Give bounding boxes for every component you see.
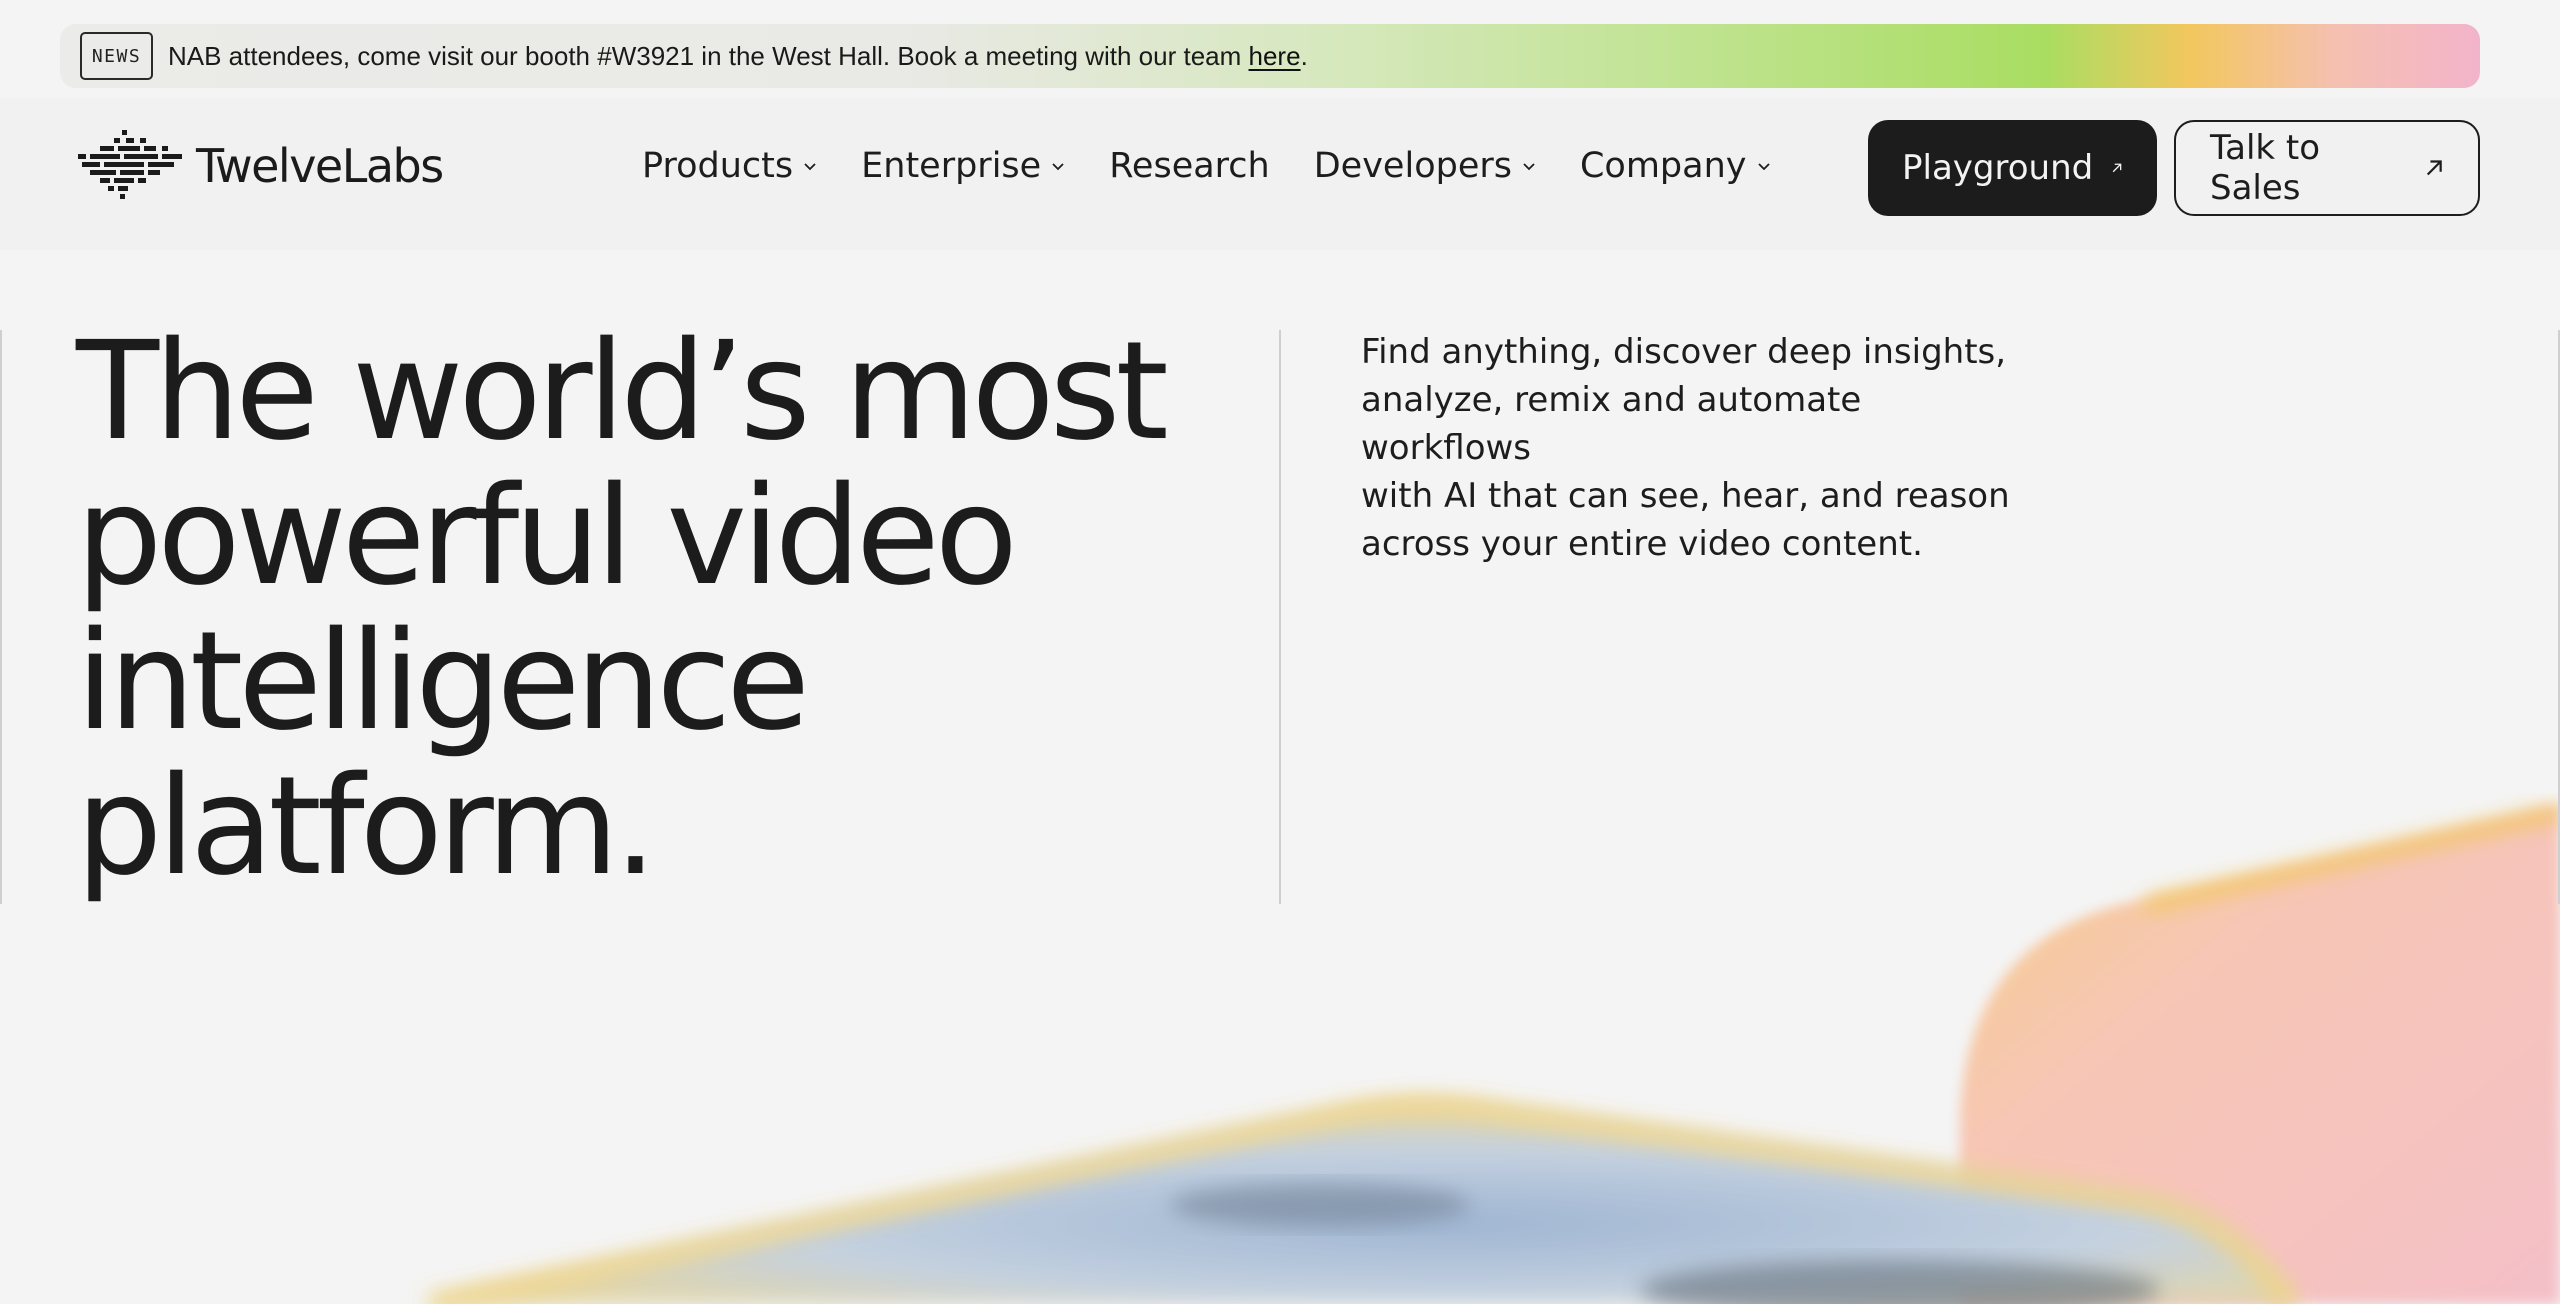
site-header: TwelveLabs Products Enterprise Research … xyxy=(0,98,2560,250)
chevron-down-icon xyxy=(1757,163,1770,171)
playground-button-label: Playground xyxy=(1902,148,2094,188)
nav-item-research[interactable]: Research xyxy=(1109,146,1270,186)
arrow-up-right-icon xyxy=(2426,160,2442,176)
hero-subtitle-line: Find anything, discover deep insights, xyxy=(1361,332,2007,372)
nav-item-products[interactable]: Products xyxy=(642,146,817,186)
nav-item-label: Developers xyxy=(1313,146,1512,186)
nav-item-label: Company xyxy=(1579,146,1747,186)
main-nav: Products Enterprise Research Developers … xyxy=(642,134,1815,198)
nav-item-enterprise[interactable]: Enterprise xyxy=(861,146,1065,186)
hero-title-line: The world’s most xyxy=(76,313,1169,471)
center-divider xyxy=(1279,330,1281,904)
announcement-link[interactable]: here xyxy=(1249,41,1301,71)
brand-logo[interactable]: TwelveLabs xyxy=(78,128,444,204)
hero-title: The world’s most powerful video intellig… xyxy=(76,320,1276,900)
announcement-suffix: . xyxy=(1300,40,1308,71)
nav-item-developers[interactable]: Developers xyxy=(1314,146,1536,186)
hero-subtitle-line: with AI that can see, hear, and reason xyxy=(1361,476,2010,516)
chevron-down-icon xyxy=(1052,163,1064,171)
hero-title-line: platform. xyxy=(76,748,657,906)
talk-to-sales-button[interactable]: Talk to Sales xyxy=(2174,120,2480,216)
hero-title-line: powerful video xyxy=(76,458,1018,616)
news-badge: NEWS xyxy=(80,32,153,80)
left-divider xyxy=(0,330,2,904)
chevron-down-icon xyxy=(1523,163,1535,171)
playground-button[interactable]: Playground xyxy=(1868,120,2157,216)
twelvelabs-logo-icon xyxy=(78,130,182,199)
brand-name: TwelveLabs xyxy=(196,139,444,193)
hero-subtitle-line: across your entire video content. xyxy=(1361,524,1923,564)
hero-subtitle: Find anything, discover deep insights, a… xyxy=(1361,328,2021,568)
hero-subtitle-line: analyze, remix and automate workflows xyxy=(1361,380,1862,468)
nav-item-label: Enterprise xyxy=(861,146,1042,186)
talk-to-sales-label: Talk to Sales xyxy=(2210,128,2321,208)
chevron-down-icon xyxy=(804,163,816,171)
hero-title-line: intelligence xyxy=(76,603,810,761)
arrow-up-right-icon xyxy=(2112,163,2122,173)
nav-item-label: Research xyxy=(1109,146,1270,186)
announcement-bar: NEWS NAB attendees, come visit our booth… xyxy=(60,24,2480,88)
announcement-text: NAB attendees, come visit our booth #W39… xyxy=(168,41,1308,72)
announcement-message: NAB attendees, come visit our booth #W39… xyxy=(168,40,1249,71)
nav-item-label: Products xyxy=(642,146,794,186)
nav-item-company[interactable]: Company xyxy=(1580,146,1771,186)
